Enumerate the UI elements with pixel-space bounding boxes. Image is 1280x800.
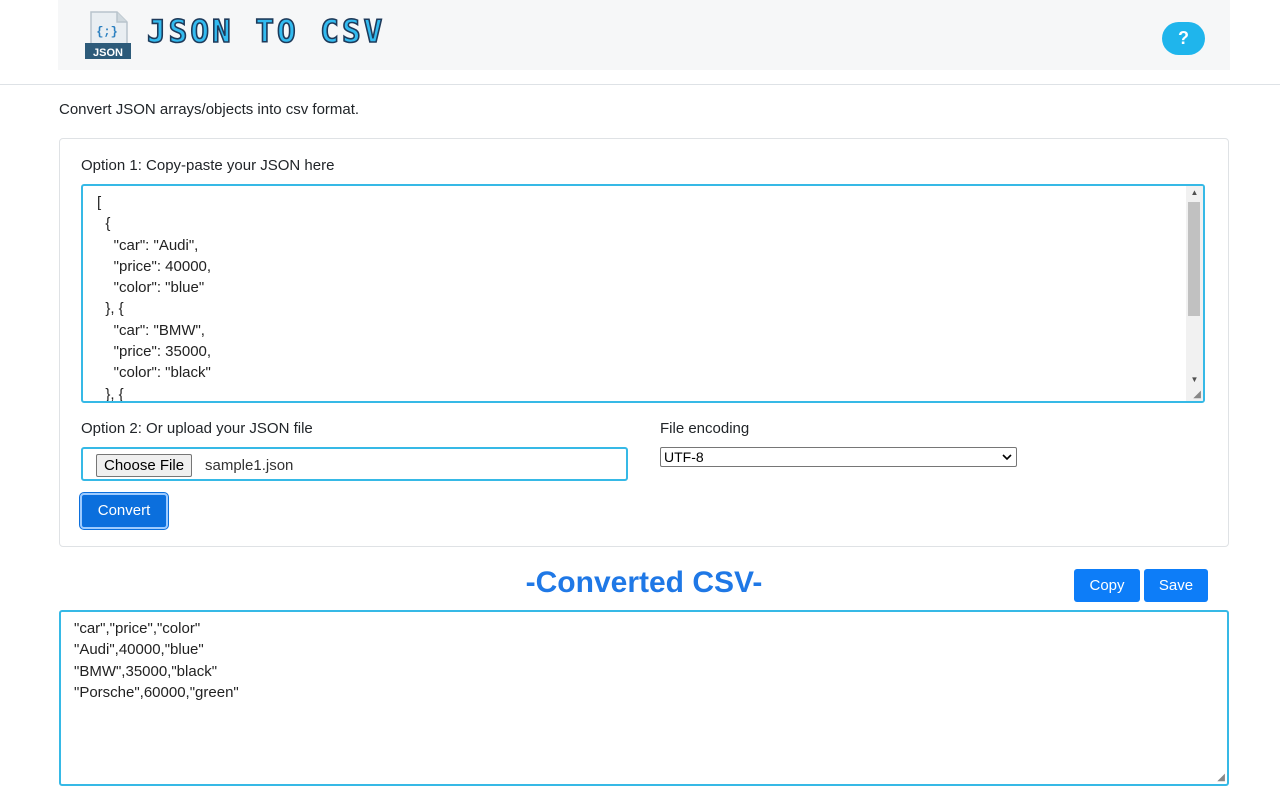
json-input-textarea[interactable]: [ { "car": "Audi", "price": 40000, "colo…: [81, 184, 1205, 403]
scroll-thumb[interactable]: [1188, 202, 1200, 316]
chevron-down-icon: [1002, 454, 1012, 461]
file-upload-field[interactable]: Choose File sample1.json: [81, 447, 628, 481]
file-encoding-label: File encoding: [660, 420, 750, 437]
file-encoding-value: UTF-8: [664, 449, 704, 465]
resize-grip-icon[interactable]: ◢: [1193, 389, 1201, 400]
logo-title: JSON TO CSV: [146, 13, 386, 51]
csv-output-textarea[interactable]: "car","price","color" "Audi",40000,"blue…: [59, 610, 1229, 786]
scroll-down-arrow-icon[interactable]: ▼: [1186, 373, 1203, 387]
json-input-scrollbar[interactable]: ▲ ▼: [1186, 186, 1203, 401]
help-button[interactable]: ?: [1162, 22, 1205, 55]
option1-label: Option 1: Copy-paste your JSON here: [81, 157, 335, 174]
scroll-up-arrow-icon[interactable]: ▲: [1186, 186, 1203, 200]
intro-text: Convert JSON arrays/objects into csv for…: [59, 101, 360, 118]
resize-grip-icon[interactable]: ◢: [1217, 772, 1225, 783]
selected-file-name: sample1.json: [205, 457, 294, 474]
file-encoding-select[interactable]: UTF-8: [660, 447, 1017, 467]
choose-file-button[interactable]: Choose File: [96, 454, 193, 477]
convert-button[interactable]: Convert: [80, 493, 168, 529]
logo-icon-badge: JSON: [93, 47, 123, 59]
json-file-icon: {;} JSON: [85, 11, 131, 59]
header-divider: [0, 84, 1280, 85]
json-input-content[interactable]: [ { "car": "Audi", "price": 40000, "colo…: [97, 192, 211, 401]
save-button[interactable]: Save: [1144, 569, 1208, 602]
option2-label: Option 2: Or upload your JSON file: [81, 420, 313, 437]
csv-output-content[interactable]: "car","price","color" "Audi",40000,"blue…: [74, 618, 239, 703]
copy-button[interactable]: Copy: [1074, 569, 1140, 602]
logo-icon-glyph: {;}: [96, 25, 118, 39]
